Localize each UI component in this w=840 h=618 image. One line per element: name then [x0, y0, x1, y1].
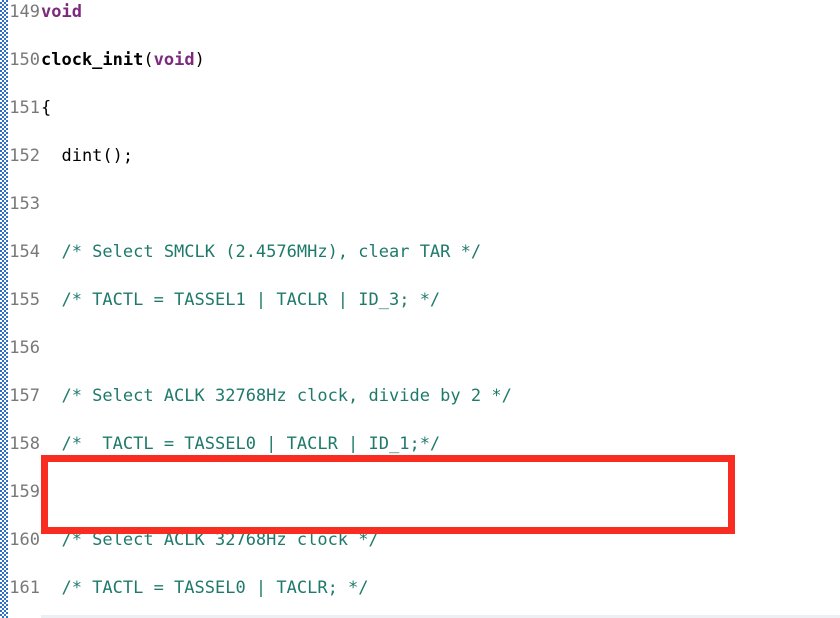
code-line-text[interactable]: /* Select ACLK 32768Hz clock, divide by … — [41, 384, 512, 408]
code-line-text[interactable]: /* TACTL = TASSEL0 | TACLR; */ — [41, 576, 369, 600]
code-line-text[interactable]: dint(); — [41, 144, 133, 168]
code-line-background — [41, 0, 840, 24]
code-token: clock_init — [41, 50, 144, 70]
code-line-background — [41, 96, 840, 120]
code-line[interactable]: 159 — [0, 480, 840, 504]
code-line[interactable]: 154 /* Select SMCLK (2.4576MHz), clear T… — [0, 240, 840, 264]
code-line-background — [41, 144, 840, 168]
code-line[interactable]: 156 — [0, 336, 840, 360]
code-line-text[interactable]: /* TACTL = TASSEL1 | TACLR | ID_3; */ — [41, 288, 440, 312]
code-token: /* Select SMCLK (2.4576MHz), clear TAR *… — [41, 242, 482, 262]
code-token: /* Select ACLK 32768Hz clock */ — [41, 530, 379, 550]
code-line[interactable]: 158 /* TACTL = TASSEL0 | TACLR | ID_1;*/ — [0, 432, 840, 456]
code-line[interactable]: 160 /* Select ACLK 32768Hz clock */ — [0, 528, 840, 552]
code-line[interactable]: 153 — [0, 192, 840, 216]
code-line[interactable]: 155 /* TACTL = TASSEL1 | TACLR | ID_3; *… — [0, 288, 840, 312]
code-token: /* TACTL = TASSEL0 | TACLR | ID_1;*/ — [41, 434, 441, 454]
code-token: void — [41, 2, 82, 22]
code-line[interactable]: 157 /* Select ACLK 32768Hz clock, divide… — [0, 384, 840, 408]
code-lines-container: 149 void 150 clock_init(void) 151{ 152 dint()… — [0, 0, 840, 618]
code-line-text[interactable]: { — [41, 96, 51, 120]
code-line[interactable]: 161 /* TACTL = TASSEL0 | TACLR; */ — [0, 576, 840, 600]
code-token: /* TACTL = TASSEL1 | TACLR | ID_3; */ — [41, 290, 441, 310]
code-line[interactable]: 151{ — [0, 96, 840, 120]
code-token: ) — [194, 50, 205, 70]
code-line-text[interactable]: /* Select ACLK 32768Hz clock */ — [41, 528, 379, 552]
code-editor[interactable]: 149 void 150 clock_init(void) 151{ 152 dint()… — [0, 0, 840, 618]
change-bar-strip[interactable] — [0, 0, 8, 618]
code-line[interactable]: 149 void — [0, 0, 840, 24]
code-line-text[interactable]: /* Select SMCLK (2.4576MHz), clear TAR *… — [41, 240, 481, 264]
code-line-text[interactable]: /* TACTL = TASSEL0 | TACLR | ID_1;*/ — [41, 432, 440, 456]
code-line[interactable]: 152 dint(); — [0, 144, 840, 168]
code-line-text[interactable]: void — [41, 0, 82, 24]
code-line-background — [41, 336, 840, 360]
code-line[interactable]: 150 clock_init(void) — [0, 48, 840, 72]
code-token: { — [41, 98, 52, 118]
code-line-background — [41, 192, 840, 216]
code-token: /* Select ACLK 32768Hz clock, divide by … — [41, 386, 512, 406]
code-token: /* TACTL = TASSEL0 | TACLR; */ — [41, 578, 369, 598]
code-token: dint(); — [41, 146, 134, 166]
code-line-text[interactable]: clock_init(void) — [41, 48, 205, 72]
code-line-background — [41, 480, 840, 504]
code-token: ( — [143, 50, 154, 70]
code-token: void — [153, 50, 195, 70]
